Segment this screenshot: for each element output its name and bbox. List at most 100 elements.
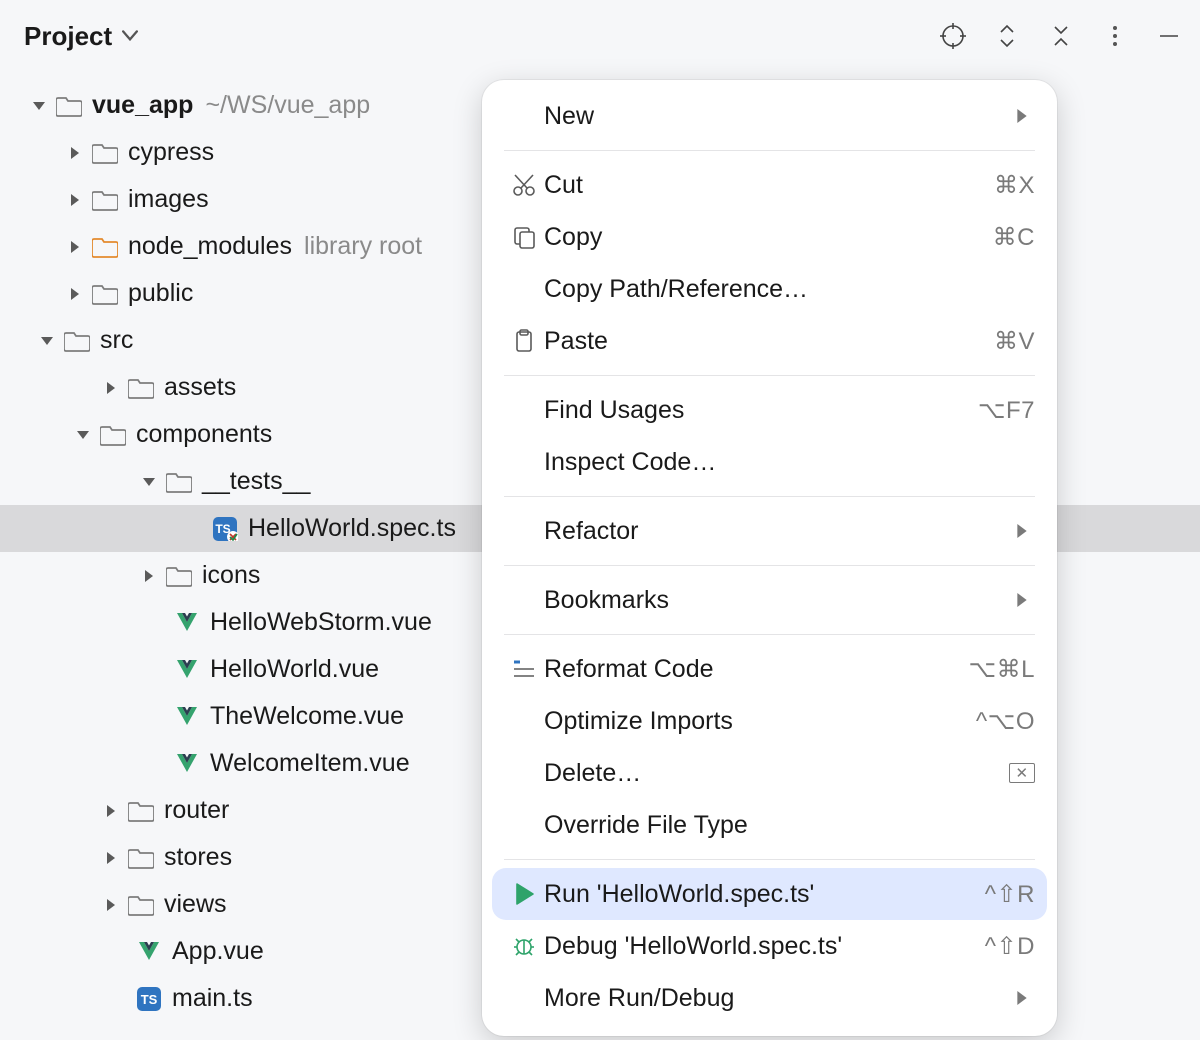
menu-inspect-code[interactable]: Inspect Code… xyxy=(482,436,1057,488)
shortcut: ⌥F7 xyxy=(978,396,1035,425)
folder-icon xyxy=(92,141,118,165)
vue-icon xyxy=(174,658,200,682)
vue-icon xyxy=(174,705,200,729)
separator xyxy=(504,634,1035,635)
shortcut: ⌘C xyxy=(993,223,1035,252)
menu-reformat-code[interactable]: Reformat Code ⌥⌘L xyxy=(482,643,1057,695)
tree-label: HelloWorld.spec.ts xyxy=(248,514,456,543)
menu-label: Copy Path/Reference… xyxy=(544,275,1035,304)
tree-label: images xyxy=(128,185,209,214)
more-vertical-icon[interactable] xyxy=(1102,23,1128,49)
tree-label: src xyxy=(100,326,133,355)
collapse-all-icon[interactable] xyxy=(1048,23,1074,49)
tree-label: components xyxy=(136,420,272,449)
project-title-text: Project xyxy=(24,21,112,52)
menu-delete[interactable]: Delete… ✕ xyxy=(482,747,1057,799)
chevron-right-icon xyxy=(1009,991,1035,1005)
tree-label: App.vue xyxy=(172,937,264,966)
tree-label: HelloWebStorm.vue xyxy=(210,608,432,637)
tree-label: public xyxy=(128,279,193,308)
separator xyxy=(504,150,1035,151)
shortcut: ⌘V xyxy=(994,327,1035,356)
menu-optimize-imports[interactable]: Optimize Imports ^⌥O xyxy=(482,695,1057,747)
chevron-down-icon xyxy=(122,30,138,42)
chevron-right-icon xyxy=(100,377,122,399)
separator xyxy=(504,375,1035,376)
menu-label: Paste xyxy=(544,327,994,356)
folder-icon xyxy=(56,94,82,118)
separator xyxy=(504,859,1035,860)
folder-icon xyxy=(166,470,192,494)
menu-cut[interactable]: Cut ⌘X xyxy=(482,159,1057,211)
menu-label: Delete… xyxy=(544,759,1009,788)
folder-icon xyxy=(64,329,90,353)
folder-icon xyxy=(92,235,118,259)
menu-label: More Run/Debug xyxy=(544,984,1009,1013)
folder-icon xyxy=(128,376,154,400)
vue-icon xyxy=(174,752,200,776)
chevron-right-icon xyxy=(100,800,122,822)
menu-refactor[interactable]: Refactor xyxy=(482,505,1057,557)
folder-icon xyxy=(166,564,192,588)
separator xyxy=(504,565,1035,566)
menu-override-file-type[interactable]: Override File Type xyxy=(482,799,1057,851)
folder-icon xyxy=(128,846,154,870)
separator xyxy=(504,496,1035,497)
chevron-down-icon xyxy=(36,330,58,352)
menu-find-usages[interactable]: Find Usages ⌥F7 xyxy=(482,384,1057,436)
clipboard-icon xyxy=(504,328,544,354)
folder-icon xyxy=(128,893,154,917)
reformat-icon xyxy=(504,656,544,682)
menu-paste[interactable]: Paste ⌘V xyxy=(482,315,1057,367)
ts-icon xyxy=(136,987,162,1011)
chevron-right-icon xyxy=(64,142,86,164)
project-tool-title[interactable]: Project xyxy=(24,21,138,52)
tree-label: cypress xyxy=(128,138,214,167)
expand-collapse-icon[interactable] xyxy=(994,23,1020,49)
delete-key-icon: ✕ xyxy=(1009,763,1035,783)
folder-icon xyxy=(100,423,126,447)
tree-label: node_modules xyxy=(128,232,292,261)
minimize-icon[interactable] xyxy=(1156,23,1182,49)
menu-label: Override File Type xyxy=(544,811,1035,840)
menu-run[interactable]: Run 'HelloWorld.spec.ts' ^⇧R xyxy=(492,868,1047,920)
menu-more-run-debug[interactable]: More Run/Debug xyxy=(482,972,1057,1024)
tree-label: assets xyxy=(164,373,236,402)
menu-copy[interactable]: Copy ⌘C xyxy=(482,211,1057,263)
chevron-down-icon xyxy=(72,424,94,446)
chevron-right-icon xyxy=(1009,524,1035,538)
shortcut: ^⇧D xyxy=(985,932,1035,961)
shortcut: ⌥⌘L xyxy=(968,655,1035,684)
chevron-right-icon xyxy=(1009,593,1035,607)
scissors-icon xyxy=(504,172,544,198)
play-icon xyxy=(504,881,544,907)
menu-copy-path[interactable]: Copy Path/Reference… xyxy=(482,263,1057,315)
shortcut: ^⇧R xyxy=(985,880,1035,909)
chevron-down-icon xyxy=(28,95,50,117)
menu-debug[interactable]: Debug 'HelloWorld.spec.ts' ^⇧D xyxy=(482,920,1057,972)
tree-label: vue_app xyxy=(92,91,193,120)
chevron-right-icon xyxy=(100,847,122,869)
bug-icon xyxy=(504,933,544,959)
chevron-right-icon xyxy=(100,894,122,916)
vue-icon xyxy=(136,940,162,964)
menu-bookmarks[interactable]: Bookmarks xyxy=(482,574,1057,626)
tree-path: ~/WS/vue_app xyxy=(205,91,370,120)
copy-icon xyxy=(504,224,544,250)
tree-label: stores xyxy=(164,843,232,872)
menu-label: Copy xyxy=(544,223,993,252)
tree-label: main.ts xyxy=(172,984,253,1013)
vue-icon xyxy=(174,611,200,635)
menu-label: Optimize Imports xyxy=(544,707,976,736)
shortcut: ⌘X xyxy=(994,171,1035,200)
menu-new[interactable]: New xyxy=(482,90,1057,142)
target-icon[interactable] xyxy=(940,23,966,49)
menu-label: Debug 'HelloWorld.spec.ts' xyxy=(544,932,985,961)
chevron-right-icon xyxy=(64,189,86,211)
tree-label: views xyxy=(164,890,227,919)
tree-label: __tests__ xyxy=(202,467,310,496)
shortcut: ^⌥O xyxy=(976,707,1035,736)
folder-icon xyxy=(128,799,154,823)
menu-label: Run 'HelloWorld.spec.ts' xyxy=(544,880,985,909)
tree-label: router xyxy=(164,796,229,825)
